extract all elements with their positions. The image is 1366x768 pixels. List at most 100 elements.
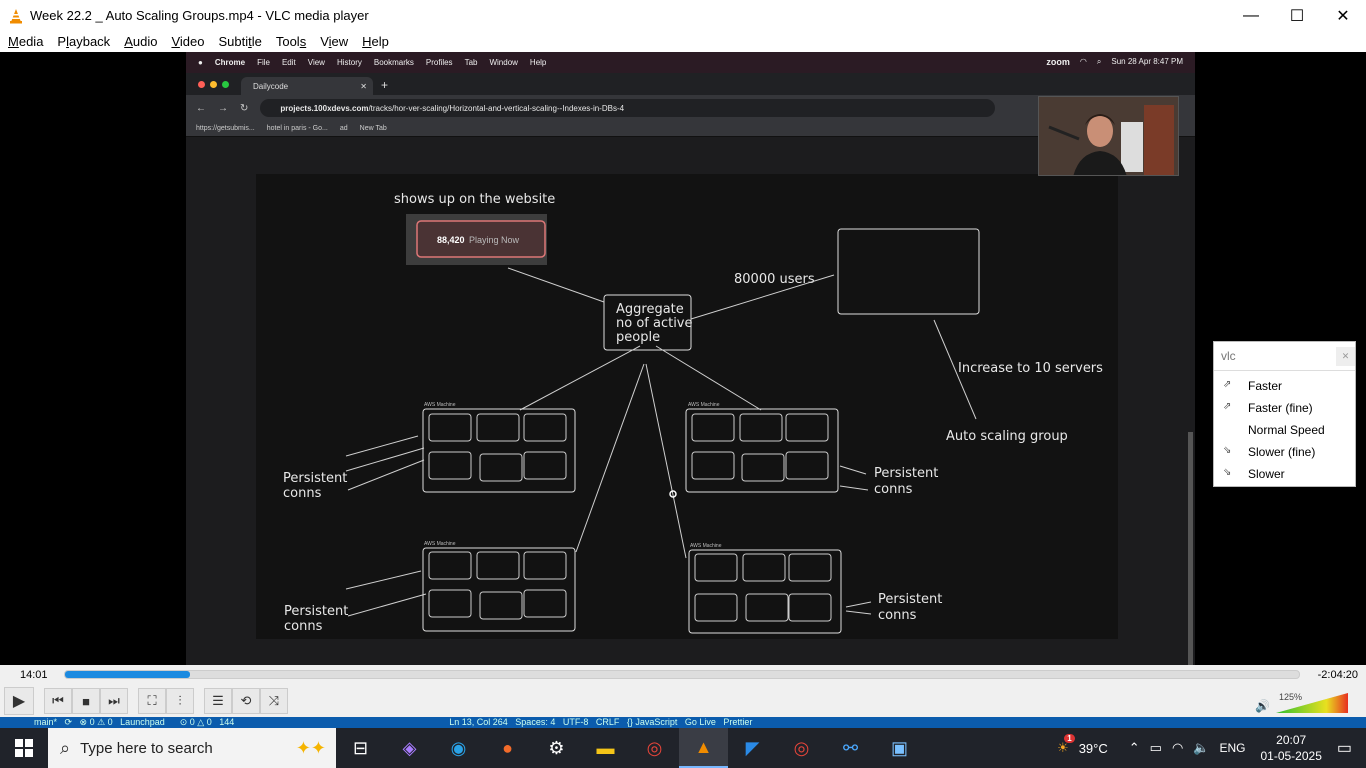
vlc-taskbar-icon[interactable]: ▲ <box>679 728 728 768</box>
mac-menu-item: Help <box>529 58 547 67</box>
popup-search-input[interactable]: vlc ✕ <box>1214 342 1355 371</box>
battery-icon[interactable]: ▭ <box>1150 740 1162 756</box>
chevron-up-icon[interactable]: ⌃ <box>1129 740 1140 756</box>
settings-icon[interactable]: ⚙ <box>532 728 581 768</box>
speed-faster-fine[interactable]: ⇗ Faster (fine) <box>1214 397 1355 419</box>
menu-tools[interactable]: Tools <box>276 34 306 49</box>
play-button[interactable]: ▶ <box>4 687 34 715</box>
next-icon: ⏭ <box>108 693 120 708</box>
vscode-icon[interactable]: ◤ <box>728 728 777 768</box>
volume-slider[interactable] <box>1276 693 1348 713</box>
extended-settings-button[interactable]: ⫶ <box>166 688 194 714</box>
play-icon: ▶ <box>12 693 26 710</box>
popup-search-text: vlc <box>1221 349 1236 363</box>
clock[interactable]: 20:07 01-05-2025 <box>1260 732 1321 764</box>
speed-normal[interactable]: Normal Speed <box>1214 419 1355 441</box>
weather-icon[interactable]: ☀ 1 <box>1057 734 1075 756</box>
faster-fine-icon: ⇗ <box>1223 401 1232 412</box>
aws-machine-label: AWS Machine <box>424 541 456 547</box>
menu-view[interactable]: View <box>320 34 348 49</box>
previous-icon: ⏮ <box>52 693 64 708</box>
diagram-canvas: shows up on the website 88,420 Playing N… <box>256 174 1118 639</box>
volume-icon[interactable]: 🔈 <box>1193 740 1209 756</box>
chrome-icon[interactable]: ◎ <box>630 728 679 768</box>
remaining-time[interactable]: -2:04:20 <box>1318 669 1358 681</box>
increase-label: Increase to 10 servers <box>958 361 1103 376</box>
aws-machine-label: AWS Machine <box>688 402 720 408</box>
bookmark-item: ad <box>339 125 348 132</box>
speed-faster[interactable]: ⇗ Faster <box>1214 375 1355 397</box>
taskbar-search[interactable]: ⌕ Type here to search ✦✦ <box>48 728 336 768</box>
status-text: main* ⟳ ⊗ 0 ⚠ 0 Launchpad ⊙ 0 △ 0 144 Ln… <box>34 717 753 727</box>
menu-media[interactable]: Media <box>8 34 43 49</box>
maximize-button[interactable]: ☐ <box>1274 0 1320 31</box>
next-button[interactable]: ⏭ <box>100 688 128 714</box>
video-surface[interactable]: ● Chrome File Edit View History Bookmark… <box>0 52 1366 665</box>
shuffle-button[interactable]: ⤨ <box>260 688 288 714</box>
persistent-label: Persistent <box>874 466 938 481</box>
windows-icon <box>15 739 33 757</box>
speed-popup: vlc ✕ ⇗ Faster ⇗ Faster (fine) Normal Spee… <box>1213 341 1356 487</box>
editor-status-bar: main* ⟳ ⊗ 0 ⚠ 0 Launchpad ⊙ 0 △ 0 144 Ln… <box>0 717 1366 728</box>
menu-subtitle[interactable]: Subtitle <box>218 34 261 49</box>
seek-bar[interactable] <box>64 670 1300 679</box>
menu-playback[interactable]: Playback <box>57 34 110 49</box>
minimize-button[interactable]: — <box>1228 0 1274 31</box>
conns-label: conns <box>878 608 917 623</box>
loop-button[interactable]: ⟲ <box>232 688 260 714</box>
menu-help[interactable]: Help <box>362 34 389 49</box>
playlist-button[interactable]: ☰ <box>204 688 232 714</box>
remote-desktop-icon[interactable]: ▣ <box>875 728 924 768</box>
language[interactable]: ENG <box>1219 741 1245 755</box>
speed-slower[interactable]: ⇘ Slower <box>1214 463 1355 485</box>
close-button[interactable]: ✕ <box>1320 0 1366 31</box>
minimize-dot-icon <box>210 81 217 88</box>
slower-icon: ⇘ <box>1223 467 1232 478</box>
bookmark-item: hotel in paris - Go... <box>266 125 328 132</box>
bookmark-item: New Tab <box>359 125 387 132</box>
fullscreen-button[interactable]: ⛶ <box>138 688 166 714</box>
taskbar: ⌕ Type here to search ✦✦ ⊟ ◈ ◉ ● ⚙ ▬ ◎ ▲… <box>0 728 1366 768</box>
browser-tab: Dailycode ✕ <box>241 77 373 95</box>
weather-badge: 1 <box>1064 734 1075 743</box>
stop-button[interactable]: ■ <box>72 688 100 714</box>
network-tool-icon[interactable]: ⚯ <box>826 728 875 768</box>
speed-slower-fine[interactable]: ⇘ Slower (fine) <box>1214 441 1355 463</box>
search-icon: ⌕ <box>60 737 71 758</box>
pen-app-icon[interactable]: ● <box>483 728 532 768</box>
copilot-icon[interactable]: ◈ <box>385 728 434 768</box>
apple-icon: ● <box>198 58 203 67</box>
previous-button[interactable]: ⏮ <box>44 688 72 714</box>
counter-widget: 88,420 Playing Now <box>406 214 547 265</box>
elapsed-time[interactable]: 14:01 <box>20 669 48 681</box>
clock-date: 01-05-2025 <box>1260 749 1322 763</box>
chrome-profile-icon[interactable]: ◎ <box>777 728 826 768</box>
edge-icon[interactable]: ◉ <box>434 728 483 768</box>
menu-video[interactable]: Video <box>171 34 204 49</box>
wifi-icon[interactable]: ◠ <box>1172 740 1183 756</box>
mac-menu-item: Profiles <box>425 58 453 67</box>
notification-icon[interactable]: ▭ <box>1337 738 1352 758</box>
temperature[interactable]: 39°C <box>1079 741 1108 756</box>
vlc-cone-icon <box>10 8 22 23</box>
mac-menubar: ● Chrome File Edit View History Bookmark… <box>186 52 1195 73</box>
browser-tab-label: Dailycode <box>253 81 289 91</box>
popup-clear-button[interactable]: ✕ <box>1336 347 1355 366</box>
webcam-overlay <box>1038 96 1179 176</box>
url-path: /tracks/hor-ver-scaling/Horizontal-and-v… <box>368 103 625 113</box>
persistent-label: Persistent <box>283 471 347 486</box>
conns-label: conns <box>284 619 323 634</box>
task-view-icon[interactable]: ⊟ <box>336 728 385 768</box>
window-title: Week 22.2 _ Auto Scaling Groups.mp4 - VL… <box>30 8 369 23</box>
file-explorer-icon[interactable]: ▬ <box>581 728 630 768</box>
tab-close-icon: ✕ <box>360 81 367 91</box>
fullscreen-icon: ⛶ <box>147 693 157 708</box>
slower-fine-icon: ⇘ <box>1223 445 1232 456</box>
faster-icon: ⇗ <box>1223 379 1232 390</box>
menu-audio[interactable]: Audio <box>124 34 157 49</box>
equalizer-icon: ⫶ <box>178 693 182 708</box>
traffic-lights <box>198 81 229 88</box>
video-frame: ● Chrome File Edit View History Bookmark… <box>186 52 1195 665</box>
start-button[interactable] <box>0 728 48 768</box>
speaker-icon[interactable]: 🔊 <box>1255 699 1270 713</box>
